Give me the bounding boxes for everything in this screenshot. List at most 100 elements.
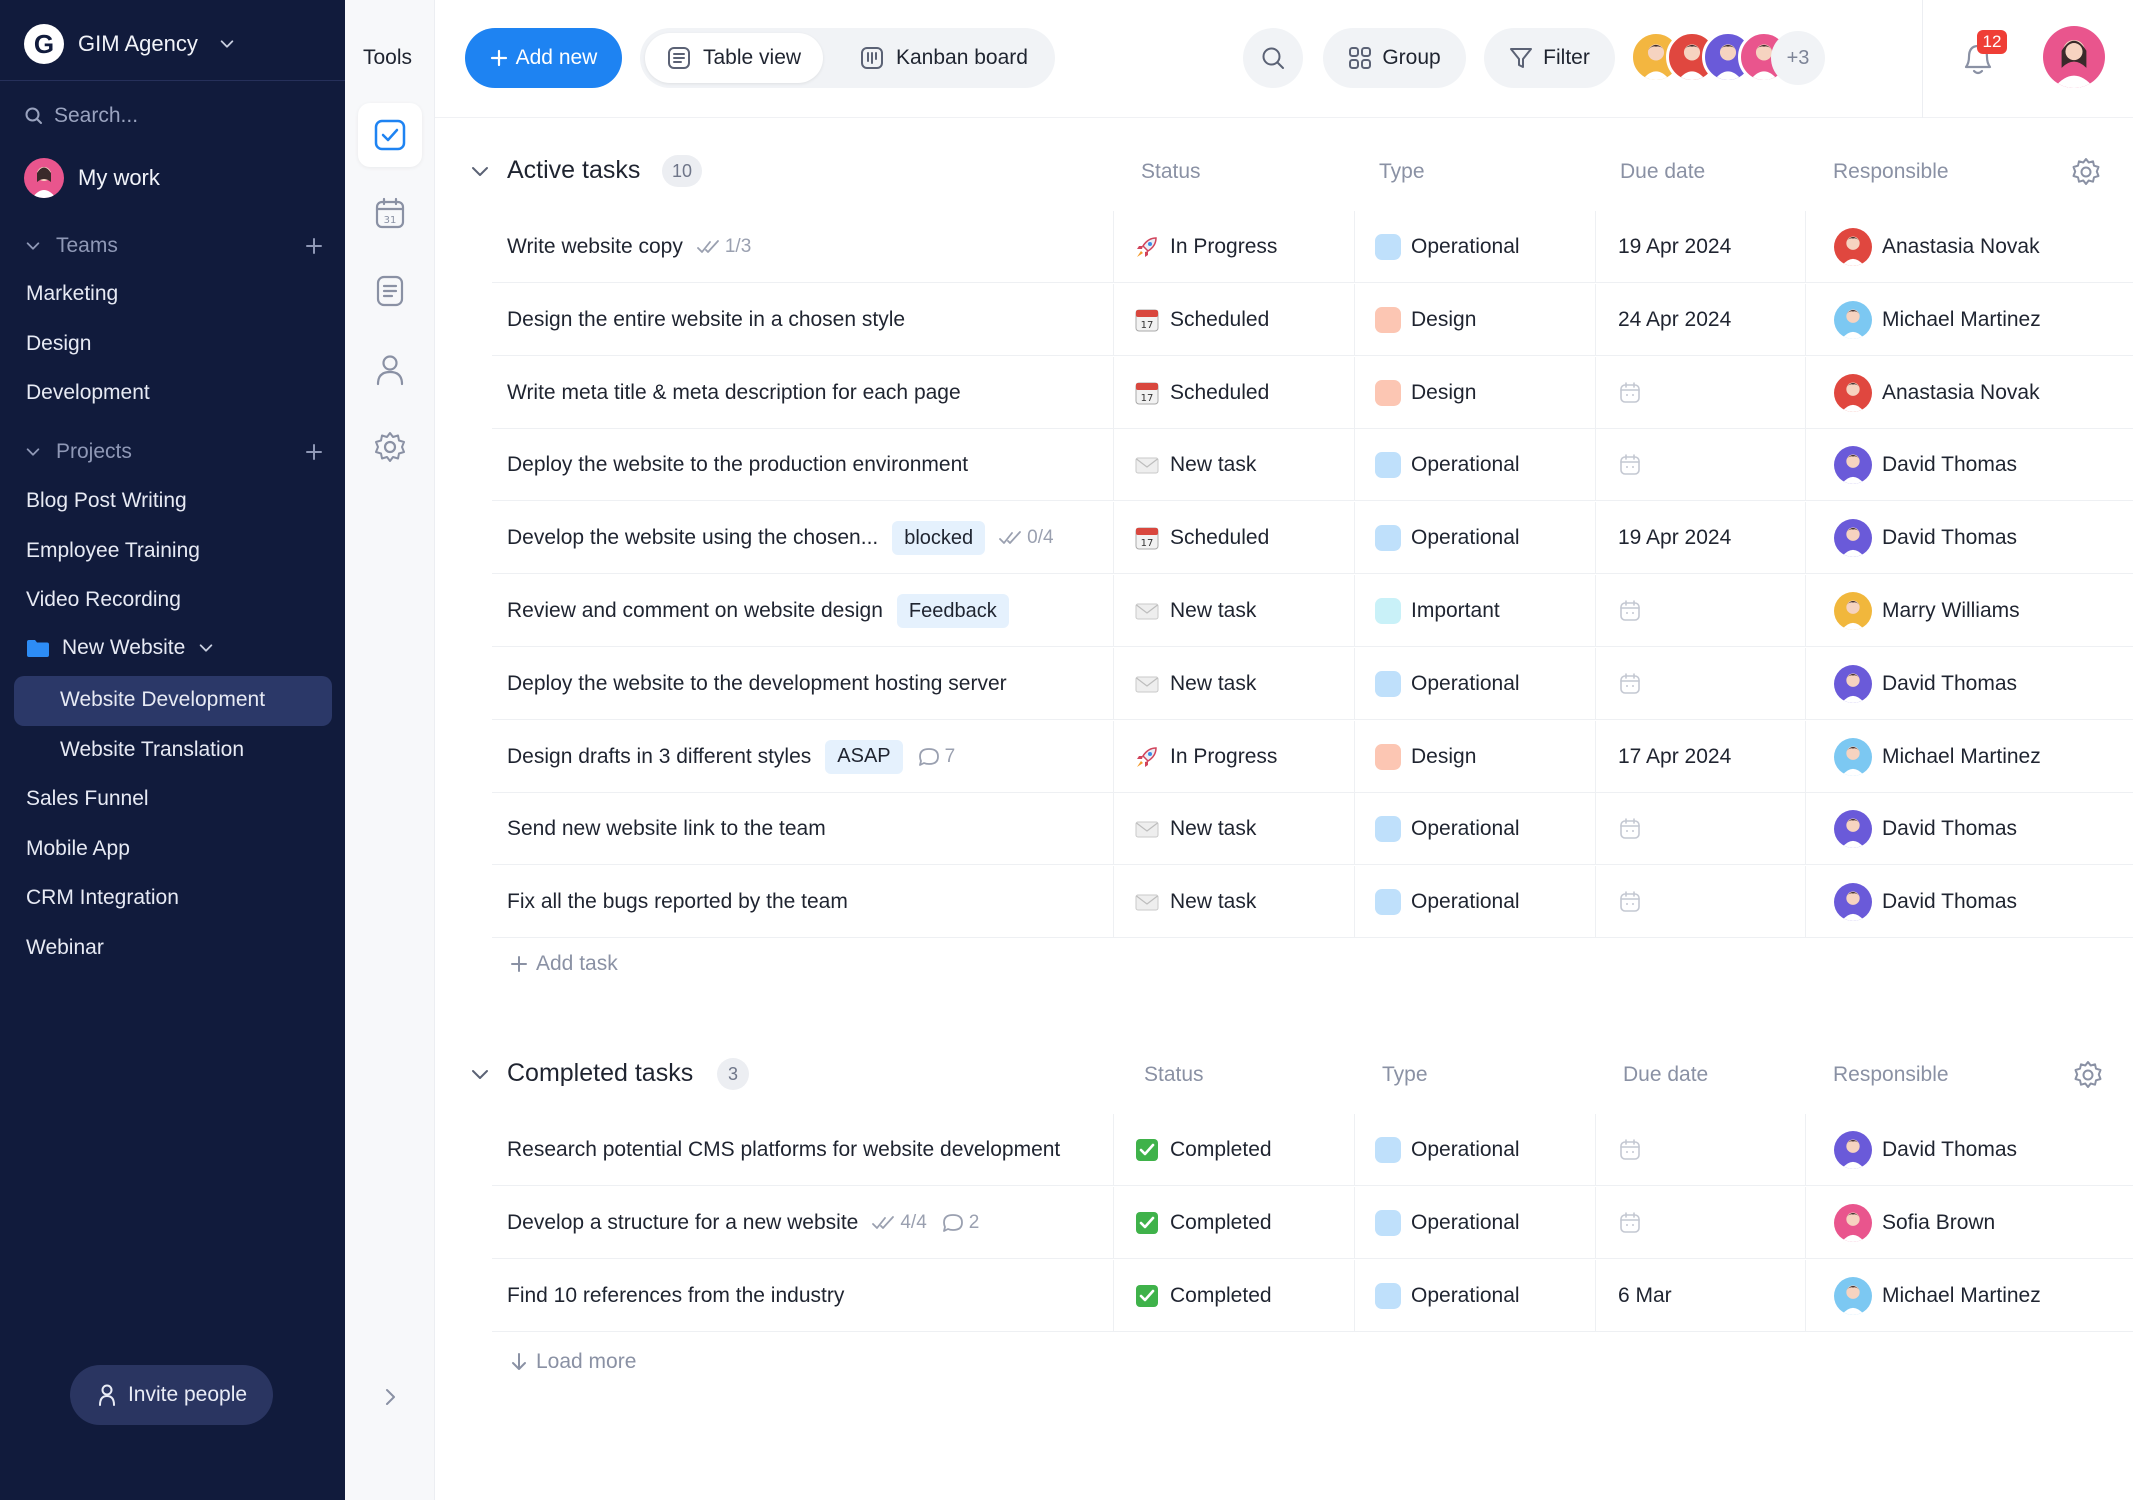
task-name[interactable]: Research potential CMS platforms for web…: [507, 1138, 1060, 1162]
table-row[interactable]: Send new website link to the team New tas…: [492, 793, 2133, 866]
sidebar-project-webinar[interactable]: Webinar: [26, 936, 104, 960]
status-cell[interactable]: 17 Scheduled: [1113, 356, 1290, 429]
task-name-cell[interactable]: Develop a structure for a new website 4/4…: [507, 1187, 979, 1259]
expand-chevron-right-icon[interactable]: [381, 1385, 399, 1409]
tool-people[interactable]: [358, 337, 422, 401]
task-name[interactable]: Send new website link to the team: [507, 817, 826, 841]
column-responsible[interactable]: Responsible: [1833, 1063, 1949, 1087]
add-team-plus-icon[interactable]: [304, 236, 324, 256]
kanban-board-button[interactable]: Kanban board: [838, 33, 1050, 83]
table-view-button[interactable]: Table view: [645, 33, 824, 83]
responsible-cell[interactable]: David Thomas: [1805, 647, 2125, 720]
workspace-switcher[interactable]: G GIM Agency: [24, 22, 236, 66]
add-task-button[interactable]: Add task: [510, 952, 618, 976]
type-cell[interactable]: Operational: [1354, 502, 1530, 575]
collapse-chevron-icon[interactable]: [469, 160, 491, 182]
task-tag[interactable]: Feedback: [896, 594, 1009, 628]
sidebar-project-sales-funnel[interactable]: Sales Funnel: [26, 787, 149, 811]
due-date-cell[interactable]: 17 Apr 2024: [1595, 720, 1750, 793]
task-name[interactable]: Review and comment on website design: [507, 599, 883, 623]
task-name[interactable]: Develop the website using the chosen...: [507, 526, 878, 550]
column-status[interactable]: Status: [1144, 1063, 1204, 1087]
type-cell[interactable]: Operational: [1354, 211, 1530, 283]
type-cell[interactable]: Operational: [1354, 429, 1530, 502]
comment-count[interactable]: 7: [917, 746, 955, 768]
task-name[interactable]: Deploy the website to the production env…: [507, 453, 968, 477]
responsible-cell[interactable]: David Thomas: [1805, 502, 2125, 575]
responsible-cell[interactable]: Michael Martinez: [1805, 720, 2125, 793]
task-name-cell[interactable]: Write website copy 1/3: [507, 211, 751, 283]
responsible-cell[interactable]: Anastasia Novak: [1805, 211, 2125, 283]
invite-people-button[interactable]: Invite people: [70, 1365, 273, 1425]
status-cell[interactable]: 17 Scheduled: [1113, 283, 1290, 356]
add-project-plus-icon[interactable]: [304, 442, 324, 462]
column-status[interactable]: Status: [1141, 160, 1201, 184]
responsible-cell[interactable]: David Thomas: [1805, 793, 2125, 866]
table-row[interactable]: Research potential CMS platforms for web…: [492, 1114, 2133, 1186]
due-date-cell[interactable]: 19 Apr 2024: [1595, 211, 1750, 283]
due-date-cell[interactable]: [1595, 575, 1750, 647]
sidebar-team-marketing[interactable]: Marketing: [26, 282, 118, 306]
table-row[interactable]: Develop the website using the chosen... b…: [492, 502, 2133, 575]
collapse-chevron-icon[interactable]: [469, 1063, 491, 1085]
status-cell[interactable]: New task: [1113, 429, 1290, 502]
due-date-cell[interactable]: [1595, 866, 1750, 939]
responsible-cell[interactable]: Marry Williams: [1805, 575, 2125, 647]
task-name-cell[interactable]: Design the entire website in a chosen st…: [507, 284, 905, 356]
search-button[interactable]: [1243, 28, 1303, 88]
table-row[interactable]: Fix all the bugs reported by the team New…: [492, 866, 2133, 939]
task-name[interactable]: Fix all the bugs reported by the team: [507, 890, 848, 914]
status-cell[interactable]: New task: [1113, 575, 1290, 647]
task-name-cell[interactable]: Fix all the bugs reported by the team: [507, 866, 848, 938]
responsible-cell[interactable]: Michael Martinez: [1805, 283, 2125, 356]
type-cell[interactable]: Operational: [1354, 1259, 1530, 1332]
type-cell[interactable]: Design: [1354, 283, 1530, 356]
status-cell[interactable]: New task: [1113, 866, 1290, 939]
column-due-date[interactable]: Due date: [1623, 1063, 1708, 1087]
table-row[interactable]: Review and comment on website design Feed…: [492, 575, 2133, 647]
sidebar-search[interactable]: Search...: [24, 104, 138, 128]
type-cell[interactable]: Operational: [1354, 793, 1530, 866]
responsible-cell[interactable]: Sofia Brown: [1805, 1186, 2125, 1259]
responsible-cell[interactable]: David Thomas: [1805, 429, 2125, 502]
status-cell[interactable]: Completed: [1113, 1259, 1290, 1332]
status-cell[interactable]: New task: [1113, 647, 1290, 720]
table-row[interactable]: Design the entire website in a chosen st…: [492, 283, 2133, 356]
task-name-cell[interactable]: Develop the website using the chosen... b…: [507, 502, 1054, 574]
due-date-cell[interactable]: [1595, 429, 1750, 502]
due-date-cell[interactable]: 6 Mar: [1595, 1259, 1750, 1332]
due-date-cell[interactable]: [1595, 356, 1750, 429]
status-cell[interactable]: Completed: [1113, 1114, 1290, 1186]
task-name[interactable]: Find 10 references from the industry: [507, 1284, 844, 1308]
table-row[interactable]: Develop a structure for a new website 4/4…: [492, 1186, 2133, 1259]
task-name[interactable]: Write meta title & meta description for …: [507, 381, 961, 405]
my-work-link[interactable]: My work: [24, 158, 160, 198]
column-due-date[interactable]: Due date: [1620, 160, 1705, 184]
task-name-cell[interactable]: Find 10 references from the industry: [507, 1260, 844, 1332]
type-cell[interactable]: Design: [1354, 720, 1530, 793]
task-name[interactable]: Deploy the website to the development ho…: [507, 672, 1007, 696]
tool-documents[interactable]: [358, 259, 422, 323]
status-cell[interactable]: 17 Scheduled: [1113, 502, 1290, 575]
teams-header[interactable]: Teams: [24, 234, 324, 258]
column-responsible[interactable]: Responsible: [1833, 160, 1949, 184]
responsible-cell[interactable]: David Thomas: [1805, 866, 2125, 939]
tool-calendar[interactable]: 31: [358, 181, 422, 245]
tool-settings[interactable]: [358, 415, 422, 479]
due-date-cell[interactable]: [1595, 1114, 1750, 1186]
task-tag[interactable]: blocked: [892, 521, 986, 556]
table-row[interactable]: Design drafts in 3 different styles ASAP 7…: [492, 720, 2133, 793]
current-user-avatar[interactable]: [2043, 26, 2105, 88]
table-row[interactable]: Deploy the website to the production env…: [492, 429, 2133, 502]
status-cell[interactable]: In Progress: [1113, 211, 1290, 283]
responsible-cell[interactable]: David Thomas: [1805, 1114, 2125, 1186]
type-cell[interactable]: Operational: [1354, 866, 1530, 939]
filter-button[interactable]: Filter: [1484, 28, 1615, 88]
responsible-cell[interactable]: Michael Martinez: [1805, 1259, 2125, 1332]
status-cell[interactable]: In Progress: [1113, 720, 1290, 793]
column-type[interactable]: Type: [1382, 1063, 1428, 1087]
type-cell[interactable]: Operational: [1354, 1114, 1530, 1186]
column-type[interactable]: Type: [1379, 160, 1425, 184]
sidebar-project-website-development[interactable]: Website Development: [60, 688, 265, 712]
due-date-cell[interactable]: [1595, 647, 1750, 720]
